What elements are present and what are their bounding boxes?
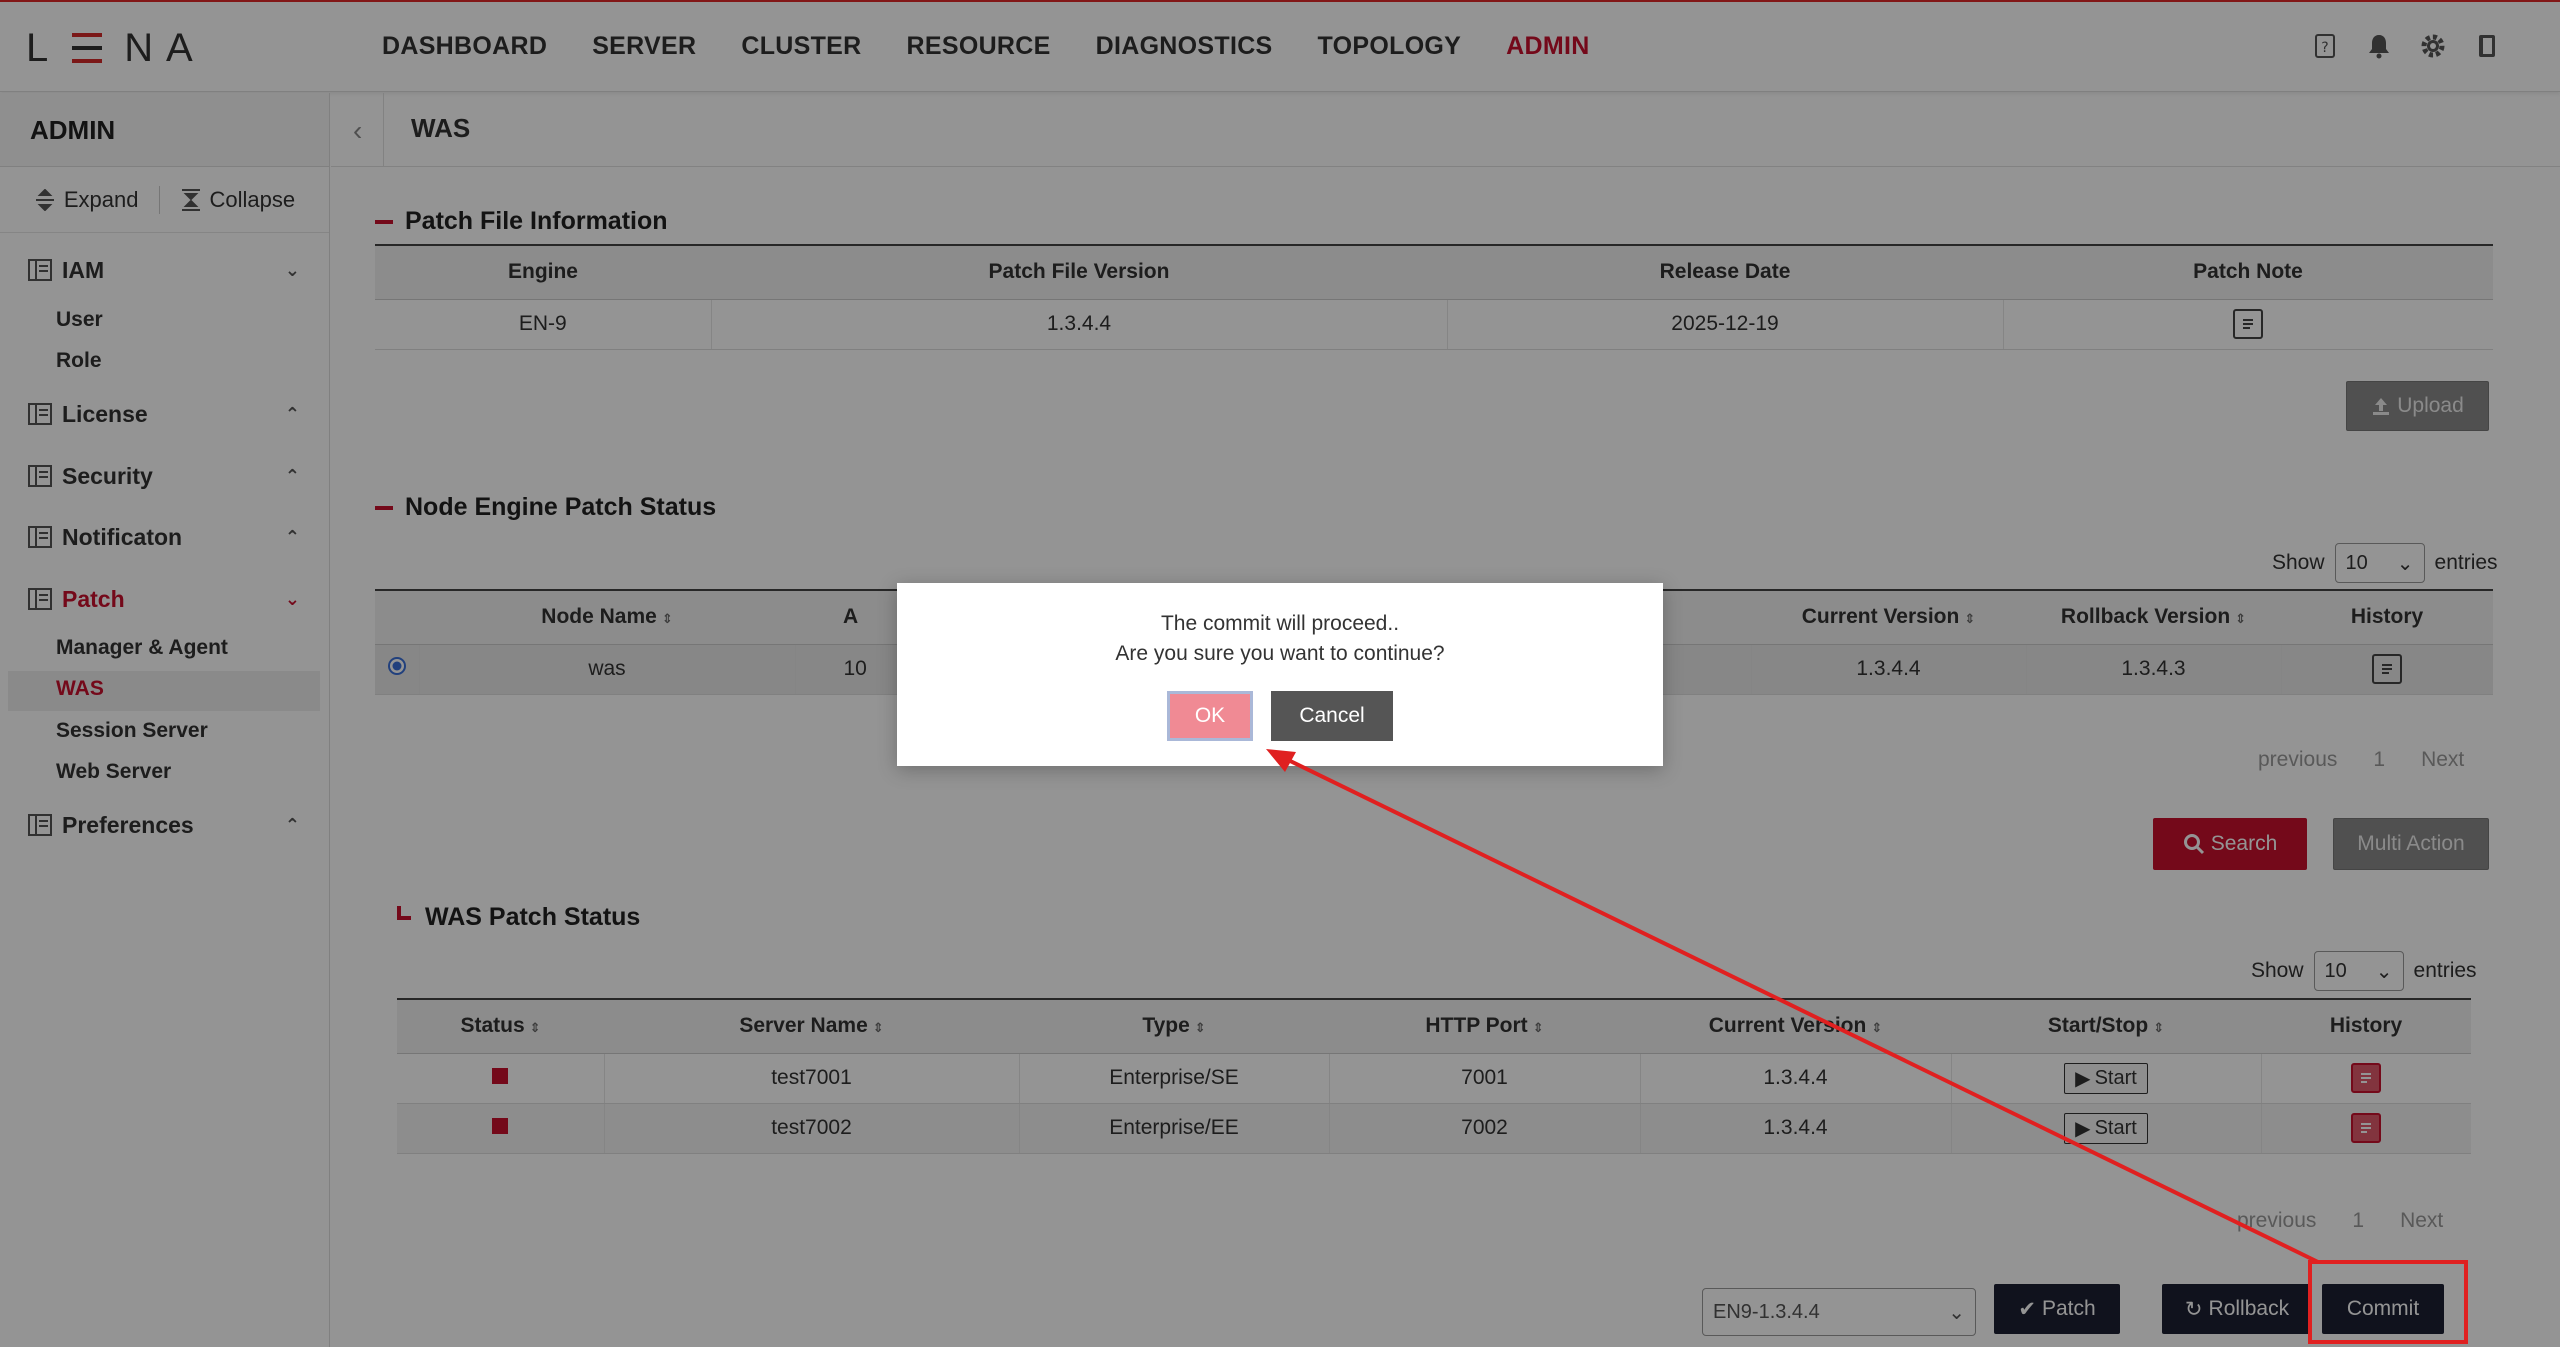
ok-button[interactable]: OK bbox=[1167, 691, 1253, 741]
dialog-line-2: Are you sure you want to continue? bbox=[1115, 642, 1445, 665]
confirm-dialog: The commit will proceed.. Are you sure y… bbox=[897, 583, 1663, 766]
dialog-message: The commit will proceed.. Are you sure y… bbox=[897, 609, 1663, 669]
cancel-button[interactable]: Cancel bbox=[1271, 691, 1393, 741]
annotation-highlight-box bbox=[2308, 1260, 2468, 1344]
dialog-line-1: The commit will proceed.. bbox=[1160, 612, 1400, 635]
